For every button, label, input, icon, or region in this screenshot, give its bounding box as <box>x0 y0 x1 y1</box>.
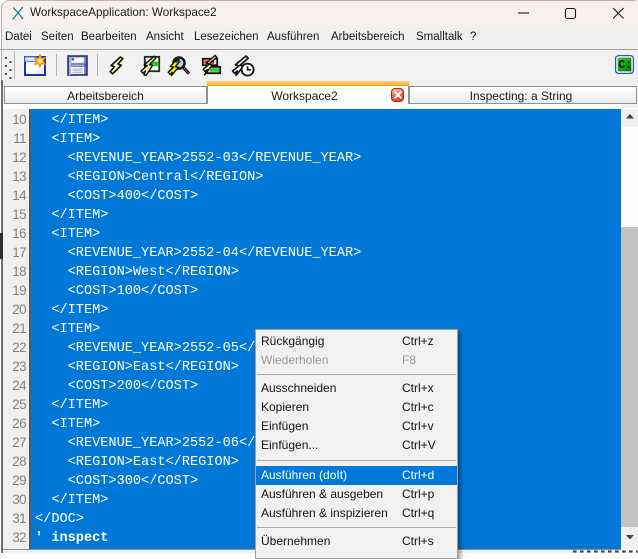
svg-text:C:: C: <box>618 59 632 72</box>
